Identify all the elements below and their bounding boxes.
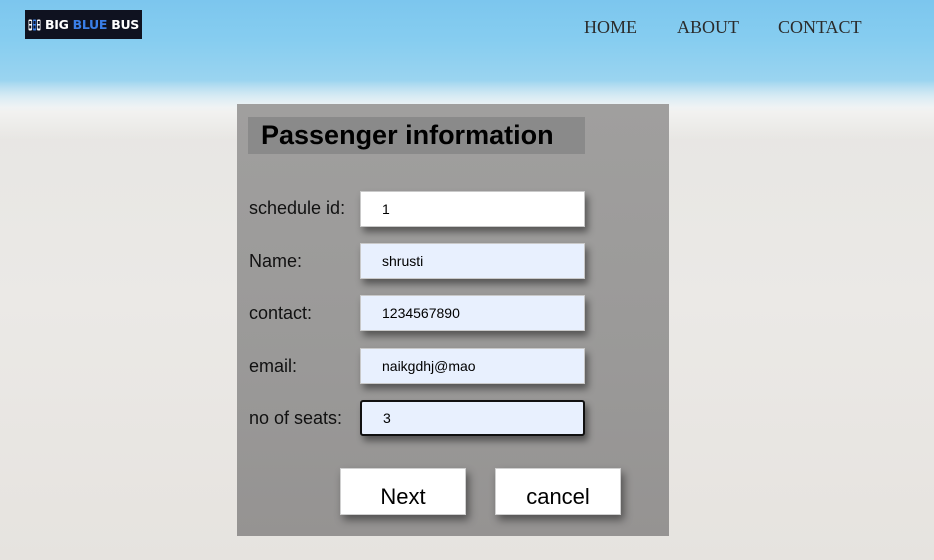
email-input[interactable]: [360, 348, 585, 384]
seats-label: no of seats:: [249, 408, 343, 428]
passenger-form-panel: Passenger information schedule id: Name:…: [237, 104, 669, 536]
contact-label: contact:: [249, 303, 313, 323]
main-nav: HOME ABOUT CONTACT: [0, 17, 934, 41]
contact-input[interactable]: [360, 295, 585, 331]
next-button[interactable]: Next: [340, 468, 466, 515]
schedule-id-input[interactable]: [360, 191, 585, 227]
seats-input[interactable]: [360, 400, 585, 436]
name-label: Name:: [249, 251, 303, 271]
name-input[interactable]: [360, 243, 585, 279]
nav-about[interactable]: ABOUT: [677, 17, 739, 38]
cancel-button[interactable]: cancel: [495, 468, 621, 515]
form-title-box: Passenger information: [248, 117, 585, 154]
nav-contact[interactable]: CONTACT: [778, 17, 862, 38]
form-title: Passenger information: [261, 120, 554, 150]
email-label: email:: [249, 356, 298, 376]
nav-home[interactable]: HOME: [584, 17, 637, 38]
schedule-id-label: schedule id:: [249, 198, 346, 218]
